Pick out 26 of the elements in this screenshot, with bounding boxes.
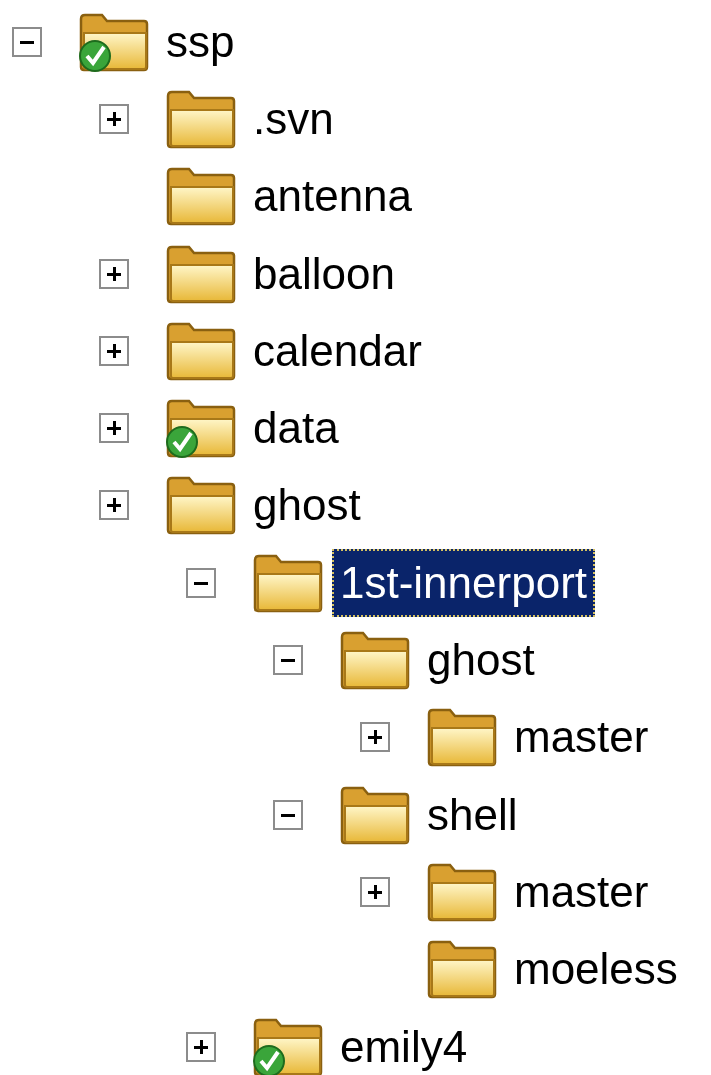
tree-item-label[interactable]: master [506, 857, 657, 926]
collapse-toggle[interactable] [186, 567, 216, 598]
expand-toggle[interactable] [99, 490, 129, 521]
tree-item-label[interactable]: emily4 [332, 1012, 476, 1075]
tree-item-label[interactable]: ghost [419, 626, 543, 694]
tree-item-label[interactable]: ssp [158, 7, 243, 76]
tree-item-label[interactable]: calendar [245, 316, 430, 385]
expand-toggle[interactable] [360, 722, 390, 753]
collapse-toggle[interactable] [273, 799, 303, 830]
tree-item-label[interactable]: balloon [245, 239, 403, 308]
tree-item-label[interactable]: .svn [245, 84, 342, 153]
expand-toggle[interactable] [99, 103, 129, 134]
tree-item-label[interactable]: master [506, 703, 657, 772]
tree-item-label[interactable]: ghost [245, 471, 369, 540]
tree-item-label[interactable]: moeless [506, 935, 686, 1004]
tree-item-label[interactable]: 1st-innerport [332, 548, 595, 617]
expand-toggle[interactable] [360, 876, 390, 907]
collapse-toggle[interactable] [12, 26, 42, 57]
collapse-toggle[interactable] [273, 645, 303, 675]
tree-item-label[interactable]: shell [419, 780, 526, 849]
tree-item-label[interactable]: antenna [245, 162, 421, 231]
expand-toggle[interactable] [186, 1031, 216, 1062]
expand-toggle[interactable] [99, 335, 129, 366]
tree-item-label[interactable]: data [245, 394, 347, 463]
expand-toggle[interactable] [99, 413, 129, 444]
expand-toggle[interactable] [99, 258, 129, 289]
